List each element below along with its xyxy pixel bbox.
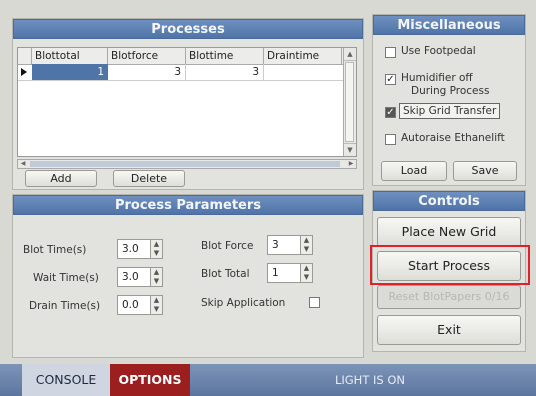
wait-time-value: 3.0 bbox=[122, 271, 139, 283]
column-header-blottime[interactable]: Blottime bbox=[186, 48, 264, 64]
scroll-up-icon[interactable]: ▲ bbox=[344, 48, 356, 61]
skip-grid-transfer-label[interactable]: Skip Grid Transfer bbox=[399, 103, 501, 119]
table-row[interactable]: 1 3 3 bbox=[18, 64, 356, 81]
use-footpedal-label: Use Footpedal bbox=[401, 45, 476, 57]
load-button[interactable]: Load bbox=[381, 161, 447, 181]
blot-force-value: 3 bbox=[272, 239, 279, 251]
autoraise-ethanelift-checkbox[interactable] bbox=[385, 134, 396, 145]
spin-arrows-icon[interactable]: ▲ ▼ bbox=[150, 296, 162, 314]
column-header-blottotal[interactable]: Blottotal bbox=[32, 48, 108, 64]
add-button[interactable]: Add bbox=[25, 170, 97, 187]
blot-total-spinbox[interactable]: 1 ▲ ▼ bbox=[267, 263, 313, 283]
autoraise-ethanelift-label: Autoraise Ethanelift bbox=[401, 132, 505, 144]
miscellaneous-panel: Miscellaneous Use Footpedal ✓ Humidifier… bbox=[372, 14, 526, 186]
exit-button[interactable]: Exit bbox=[377, 315, 521, 345]
reset-blotpapers-button[interactable]: Reset BlotPapers 0/16 bbox=[377, 285, 521, 309]
humidifier-checkbox[interactable]: ✓ bbox=[385, 74, 396, 85]
wait-time-spinbox[interactable]: 3.0 ▲ ▼ bbox=[117, 267, 163, 287]
blot-total-value: 1 bbox=[272, 267, 279, 279]
console-tab[interactable]: CONSOLE bbox=[22, 364, 110, 396]
use-footpedal-checkbox[interactable] bbox=[385, 47, 396, 58]
table-header: Blottotal Blotforce Blottime Draintime V bbox=[18, 48, 356, 65]
table-cell[interactable]: 3 bbox=[108, 64, 186, 80]
save-button[interactable]: Save bbox=[453, 161, 517, 181]
blot-time-spinbox[interactable]: 3.0 ▲ ▼ bbox=[117, 239, 163, 259]
humidifier-label-line1: Humidifier off bbox=[401, 72, 473, 84]
spin-arrows-icon[interactable]: ▲ ▼ bbox=[300, 264, 312, 282]
scroll-left-icon[interactable]: ◀ bbox=[18, 160, 28, 168]
miscellaneous-title: Miscellaneous bbox=[373, 15, 525, 35]
blot-force-label: Blot Force bbox=[201, 240, 254, 252]
status-text: LIGHT IS ON bbox=[334, 373, 406, 387]
processes-table[interactable]: Blottotal Blotforce Blottime Draintime V… bbox=[17, 47, 357, 157]
row-selector-icon bbox=[21, 68, 27, 76]
drain-time-label: Drain Time(s) bbox=[29, 300, 101, 312]
scroll-down-icon[interactable]: ▼ bbox=[344, 143, 356, 156]
row-header-corner bbox=[18, 48, 32, 64]
options-tab[interactable]: OPTIONS bbox=[110, 364, 190, 396]
scroll-right-icon[interactable]: ▶ bbox=[346, 160, 356, 168]
bottom-bar: CONSOLE OPTIONS LIGHT IS ON bbox=[0, 364, 536, 396]
process-parameters-panel: Process Parameters Blot Time(s) 3.0 ▲ ▼ W… bbox=[12, 194, 364, 358]
spin-arrows-icon[interactable]: ▲ ▼ bbox=[150, 268, 162, 286]
humidifier-label-line2: During Process bbox=[411, 85, 490, 97]
scroll-h-thumb[interactable] bbox=[30, 161, 340, 167]
skip-application-checkbox[interactable] bbox=[309, 297, 320, 308]
spin-arrows-icon[interactable]: ▲ ▼ bbox=[300, 236, 312, 254]
skip-grid-transfer-checkbox[interactable]: ✓ bbox=[385, 107, 396, 118]
spin-arrows-icon[interactable]: ▲ ▼ bbox=[150, 240, 162, 258]
blot-total-label: Blot Total bbox=[201, 268, 250, 280]
horizontal-scrollbar[interactable]: ◀ ▶ bbox=[17, 159, 357, 169]
drain-time-value: 0.0 bbox=[122, 299, 139, 311]
blot-time-label: Blot Time(s) bbox=[23, 244, 87, 256]
table-cell[interactable]: 3 bbox=[186, 64, 264, 80]
controls-title: Controls bbox=[373, 191, 525, 211]
table-cell[interactable]: 1 bbox=[32, 64, 108, 80]
drain-time-spinbox[interactable]: 0.0 ▲ ▼ bbox=[117, 295, 163, 315]
delete-button[interactable]: Delete bbox=[113, 170, 185, 187]
place-new-grid-button[interactable]: Place New Grid bbox=[377, 217, 521, 247]
process-parameters-title: Process Parameters bbox=[13, 195, 363, 215]
column-header-blotforce[interactable]: Blotforce bbox=[108, 48, 186, 64]
vertical-scrollbar[interactable]: ▲ ▼ bbox=[343, 48, 356, 156]
blot-force-spinbox[interactable]: 3 ▲ ▼ bbox=[267, 235, 313, 255]
skip-application-label: Skip Application bbox=[201, 297, 286, 309]
column-header-draintime[interactable]: Draintime bbox=[264, 48, 342, 64]
processes-title: Processes bbox=[13, 19, 363, 39]
scroll-thumb[interactable] bbox=[345, 62, 354, 142]
blot-time-value: 3.0 bbox=[122, 243, 139, 255]
table-cell[interactable] bbox=[264, 64, 342, 80]
wait-time-label: Wait Time(s) bbox=[33, 272, 99, 284]
start-process-highlight bbox=[370, 245, 530, 285]
processes-panel: Processes Blottotal Blotforce Blottime D… bbox=[12, 18, 364, 190]
